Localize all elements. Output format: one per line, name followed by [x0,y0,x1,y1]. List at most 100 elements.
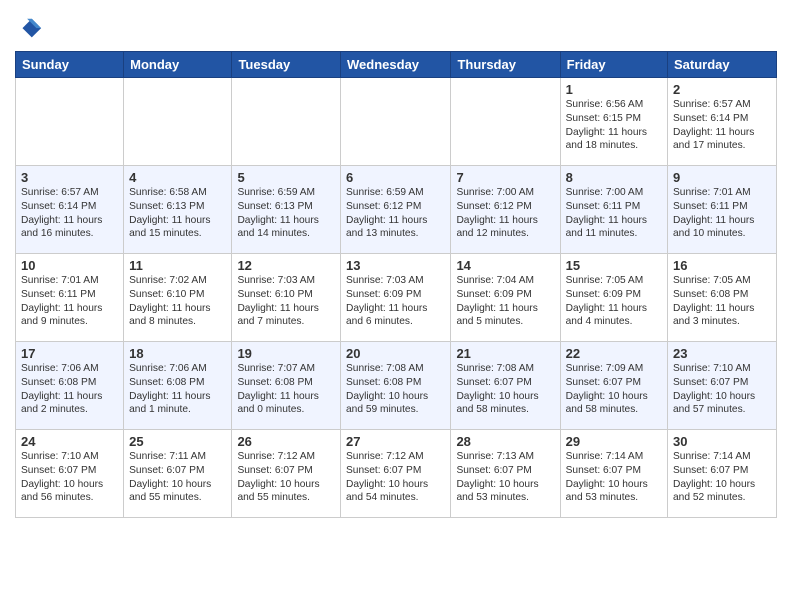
logo [15,15,47,43]
calendar-cell: 12Sunrise: 7:03 AM Sunset: 6:10 PM Dayli… [232,254,341,342]
calendar-cell: 20Sunrise: 7:08 AM Sunset: 6:08 PM Dayli… [341,342,451,430]
day-number: 22 [566,346,662,361]
day-number: 16 [673,258,771,273]
calendar-day-header: Wednesday [341,52,451,78]
calendar-cell: 14Sunrise: 7:04 AM Sunset: 6:09 PM Dayli… [451,254,560,342]
calendar-week-row: 17Sunrise: 7:06 AM Sunset: 6:08 PM Dayli… [16,342,777,430]
day-number: 14 [456,258,554,273]
day-info: Sunrise: 7:05 AM Sunset: 6:08 PM Dayligh… [673,274,771,329]
day-number: 24 [21,434,118,449]
calendar-cell: 2Sunrise: 6:57 AM Sunset: 6:14 PM Daylig… [668,78,777,166]
day-info: Sunrise: 6:56 AM Sunset: 6:15 PM Dayligh… [566,98,662,153]
calendar-cell [341,78,451,166]
day-info: Sunrise: 7:08 AM Sunset: 6:07 PM Dayligh… [456,362,554,417]
calendar-cell: 10Sunrise: 7:01 AM Sunset: 6:11 PM Dayli… [16,254,124,342]
calendar-day-header: Thursday [451,52,560,78]
day-info: Sunrise: 7:03 AM Sunset: 6:09 PM Dayligh… [346,274,445,329]
day-info: Sunrise: 7:06 AM Sunset: 6:08 PM Dayligh… [21,362,118,417]
day-info: Sunrise: 7:05 AM Sunset: 6:09 PM Dayligh… [566,274,662,329]
day-number: 18 [129,346,226,361]
calendar-cell: 1Sunrise: 6:56 AM Sunset: 6:15 PM Daylig… [560,78,667,166]
calendar-cell: 11Sunrise: 7:02 AM Sunset: 6:10 PM Dayli… [124,254,232,342]
day-number: 15 [566,258,662,273]
calendar-cell [232,78,341,166]
calendar-cell: 8Sunrise: 7:00 AM Sunset: 6:11 PM Daylig… [560,166,667,254]
calendar-cell: 16Sunrise: 7:05 AM Sunset: 6:08 PM Dayli… [668,254,777,342]
day-info: Sunrise: 7:11 AM Sunset: 6:07 PM Dayligh… [129,450,226,505]
day-number: 9 [673,170,771,185]
day-info: Sunrise: 6:57 AM Sunset: 6:14 PM Dayligh… [21,186,118,241]
calendar-cell: 3Sunrise: 6:57 AM Sunset: 6:14 PM Daylig… [16,166,124,254]
day-number: 25 [129,434,226,449]
calendar-cell: 29Sunrise: 7:14 AM Sunset: 6:07 PM Dayli… [560,430,667,518]
day-info: Sunrise: 7:07 AM Sunset: 6:08 PM Dayligh… [237,362,335,417]
day-info: Sunrise: 7:01 AM Sunset: 6:11 PM Dayligh… [673,186,771,241]
calendar-cell: 19Sunrise: 7:07 AM Sunset: 6:08 PM Dayli… [232,342,341,430]
day-number: 28 [456,434,554,449]
calendar-day-header: Friday [560,52,667,78]
day-info: Sunrise: 7:14 AM Sunset: 6:07 PM Dayligh… [566,450,662,505]
calendar-header-row: SundayMondayTuesdayWednesdayThursdayFrid… [16,52,777,78]
calendar-cell: 7Sunrise: 7:00 AM Sunset: 6:12 PM Daylig… [451,166,560,254]
day-info: Sunrise: 7:14 AM Sunset: 6:07 PM Dayligh… [673,450,771,505]
day-info: Sunrise: 6:57 AM Sunset: 6:14 PM Dayligh… [673,98,771,153]
day-number: 12 [237,258,335,273]
calendar-cell: 9Sunrise: 7:01 AM Sunset: 6:11 PM Daylig… [668,166,777,254]
day-number: 13 [346,258,445,273]
calendar-cell [451,78,560,166]
day-number: 17 [21,346,118,361]
day-number: 6 [346,170,445,185]
day-info: Sunrise: 7:03 AM Sunset: 6:10 PM Dayligh… [237,274,335,329]
calendar-day-header: Tuesday [232,52,341,78]
day-info: Sunrise: 7:10 AM Sunset: 6:07 PM Dayligh… [21,450,118,505]
header [15,10,777,43]
calendar-cell: 22Sunrise: 7:09 AM Sunset: 6:07 PM Dayli… [560,342,667,430]
day-number: 1 [566,82,662,97]
day-number: 29 [566,434,662,449]
day-info: Sunrise: 7:12 AM Sunset: 6:07 PM Dayligh… [346,450,445,505]
calendar-cell: 13Sunrise: 7:03 AM Sunset: 6:09 PM Dayli… [341,254,451,342]
day-info: Sunrise: 6:59 AM Sunset: 6:13 PM Dayligh… [237,186,335,241]
calendar-cell: 18Sunrise: 7:06 AM Sunset: 6:08 PM Dayli… [124,342,232,430]
day-number: 27 [346,434,445,449]
day-info: Sunrise: 7:04 AM Sunset: 6:09 PM Dayligh… [456,274,554,329]
calendar-cell: 21Sunrise: 7:08 AM Sunset: 6:07 PM Dayli… [451,342,560,430]
day-info: Sunrise: 7:10 AM Sunset: 6:07 PM Dayligh… [673,362,771,417]
calendar-week-row: 24Sunrise: 7:10 AM Sunset: 6:07 PM Dayli… [16,430,777,518]
day-number: 10 [21,258,118,273]
day-info: Sunrise: 7:00 AM Sunset: 6:11 PM Dayligh… [566,186,662,241]
day-info: Sunrise: 7:13 AM Sunset: 6:07 PM Dayligh… [456,450,554,505]
page: SundayMondayTuesdayWednesdayThursdayFrid… [0,0,792,533]
day-info: Sunrise: 7:12 AM Sunset: 6:07 PM Dayligh… [237,450,335,505]
calendar-cell: 4Sunrise: 6:58 AM Sunset: 6:13 PM Daylig… [124,166,232,254]
calendar-cell [124,78,232,166]
day-number: 4 [129,170,226,185]
day-number: 23 [673,346,771,361]
day-number: 7 [456,170,554,185]
day-number: 30 [673,434,771,449]
calendar: SundayMondayTuesdayWednesdayThursdayFrid… [15,51,777,518]
day-info: Sunrise: 7:01 AM Sunset: 6:11 PM Dayligh… [21,274,118,329]
calendar-week-row: 1Sunrise: 6:56 AM Sunset: 6:15 PM Daylig… [16,78,777,166]
calendar-cell: 30Sunrise: 7:14 AM Sunset: 6:07 PM Dayli… [668,430,777,518]
calendar-week-row: 10Sunrise: 7:01 AM Sunset: 6:11 PM Dayli… [16,254,777,342]
calendar-cell: 27Sunrise: 7:12 AM Sunset: 6:07 PM Dayli… [341,430,451,518]
calendar-cell: 6Sunrise: 6:59 AM Sunset: 6:12 PM Daylig… [341,166,451,254]
calendar-cell: 23Sunrise: 7:10 AM Sunset: 6:07 PM Dayli… [668,342,777,430]
day-number: 11 [129,258,226,273]
day-number: 26 [237,434,335,449]
calendar-cell: 5Sunrise: 6:59 AM Sunset: 6:13 PM Daylig… [232,166,341,254]
calendar-cell: 24Sunrise: 7:10 AM Sunset: 6:07 PM Dayli… [16,430,124,518]
day-info: Sunrise: 7:00 AM Sunset: 6:12 PM Dayligh… [456,186,554,241]
day-number: 21 [456,346,554,361]
day-info: Sunrise: 7:02 AM Sunset: 6:10 PM Dayligh… [129,274,226,329]
calendar-cell [16,78,124,166]
calendar-cell: 15Sunrise: 7:05 AM Sunset: 6:09 PM Dayli… [560,254,667,342]
day-number: 8 [566,170,662,185]
calendar-cell: 26Sunrise: 7:12 AM Sunset: 6:07 PM Dayli… [232,430,341,518]
calendar-cell: 28Sunrise: 7:13 AM Sunset: 6:07 PM Dayli… [451,430,560,518]
calendar-day-header: Monday [124,52,232,78]
day-info: Sunrise: 7:06 AM Sunset: 6:08 PM Dayligh… [129,362,226,417]
calendar-cell: 17Sunrise: 7:06 AM Sunset: 6:08 PM Dayli… [16,342,124,430]
day-info: Sunrise: 6:58 AM Sunset: 6:13 PM Dayligh… [129,186,226,241]
